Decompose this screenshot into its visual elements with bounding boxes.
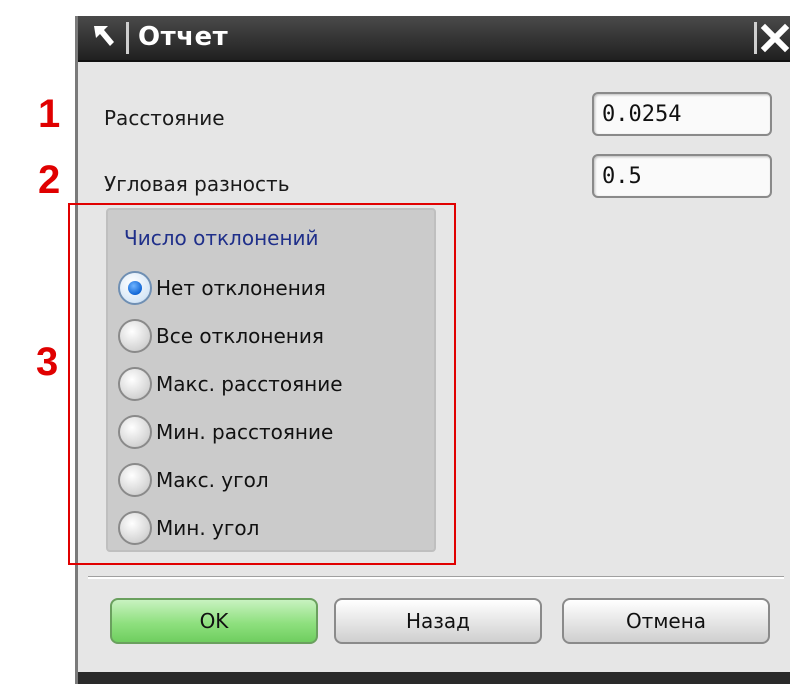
angular-difference-input[interactable] [592, 154, 772, 198]
title-separator [754, 22, 757, 54]
cancel-button[interactable]: Отмена [562, 598, 770, 644]
distance-input[interactable] [592, 92, 772, 136]
title-separator [126, 22, 129, 54]
title-bar[interactable]: Отчет [78, 16, 790, 62]
window-title: Отчет [138, 22, 229, 52]
arrow-pin-icon[interactable] [86, 22, 120, 52]
annotation-number-2: 2 [38, 158, 61, 202]
ok-button[interactable]: OK [110, 598, 318, 644]
angular-difference-label: Угловая разность [104, 172, 290, 196]
button-separator [88, 576, 784, 579]
annotation-number-3: 3 [36, 340, 59, 384]
annotation-highlight-box [68, 203, 456, 565]
back-button[interactable]: Назад [334, 598, 542, 644]
close-icon[interactable] [760, 20, 790, 56]
annotation-number-1: 1 [38, 92, 61, 136]
distance-label: Расстояние [104, 106, 225, 130]
bottom-border [78, 672, 790, 684]
